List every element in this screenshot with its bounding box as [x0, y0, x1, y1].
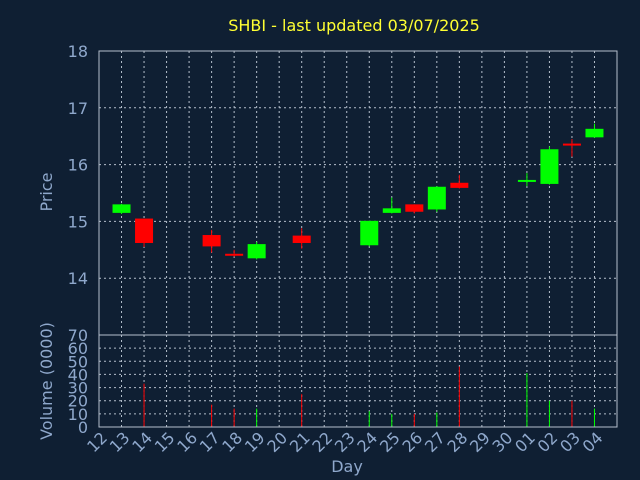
price-axis-label: Price: [37, 172, 56, 211]
chart-title: SHBI - last updated 03/07/2025: [228, 16, 480, 35]
candle: [562, 139, 581, 157]
candle-body: [360, 220, 379, 246]
candle: [360, 220, 379, 247]
candle: [202, 229, 221, 253]
candle: [382, 197, 401, 214]
price-y-tick-label: 15: [68, 212, 88, 231]
candle-body: [202, 235, 221, 247]
candle: [585, 123, 604, 138]
price-y-tick-labels: 14 15 16 17 18: [68, 42, 88, 288]
day-axis-label: Day: [331, 457, 363, 476]
candle: [112, 203, 131, 215]
candle-body: [562, 143, 581, 146]
price-y-tick-label: 16: [68, 156, 88, 175]
chart-canvas: SHBI - last updated 03/07/2025 141516171…: [37, 16, 618, 476]
candle: [247, 241, 266, 260]
candle: [225, 249, 244, 257]
candle-body: [247, 244, 266, 259]
price-plot-frame: [98, 50, 618, 336]
candle-body: [225, 253, 244, 256]
candle: [292, 228, 311, 249]
volume-y-tick-labels: 010203040506070: [68, 326, 88, 437]
candle-body: [585, 128, 604, 138]
volume-axis-label: Volume (0000): [37, 322, 56, 440]
candle: [405, 204, 424, 214]
candle-body: [135, 218, 154, 243]
candle-body: [427, 186, 446, 210]
price-y-tick-label: 14: [68, 269, 88, 288]
price-y-tick-label: 18: [68, 42, 88, 61]
candle-body: [540, 149, 559, 184]
price-y-tick-label: 17: [68, 99, 88, 118]
price-candles: [112, 123, 604, 260]
candle: [540, 146, 559, 185]
candle-body: [292, 235, 311, 243]
stock-chart: SHBI - last updated 03/07/2025 14 15 16 17 1…: [0, 0, 640, 480]
volume-gridlines: [99, 334, 618, 428]
day-tick-label: 04: [579, 428, 607, 456]
candle: [517, 173, 536, 187]
candle-body: [112, 204, 131, 213]
candle-body: [517, 179, 536, 182]
volume-plot-frame: [98, 334, 618, 428]
day-tick-labels: 1213141516171819202122232425262728293001…: [83, 428, 606, 456]
volume-y-tick-label: 70: [68, 326, 88, 345]
candle: [427, 186, 446, 212]
candle: [450, 174, 469, 189]
price-gridlines: [99, 50, 618, 335]
candle-body: [405, 204, 424, 212]
candle: [135, 218, 154, 247]
candle-body: [450, 182, 469, 188]
candle-body: [382, 208, 401, 213]
